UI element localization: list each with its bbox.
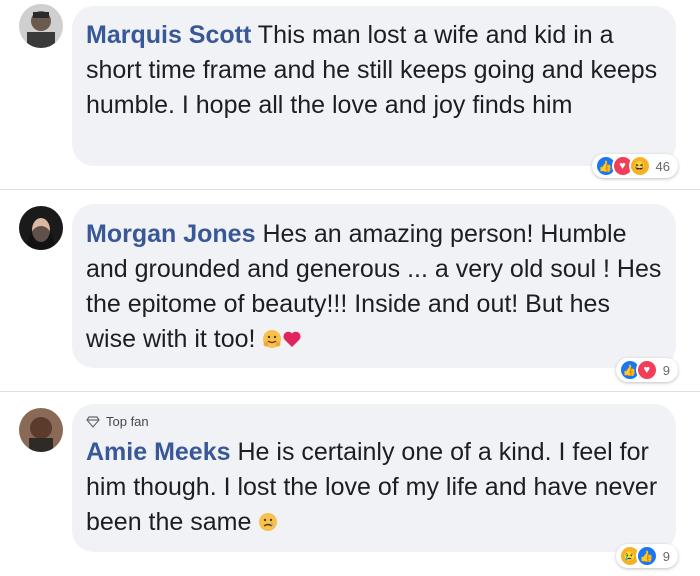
sad-face-icon — [259, 513, 278, 531]
comment-bubble: Top fan Amie Meeks He is certainly one o… — [72, 404, 676, 552]
comment-bubble: Morgan Jones Hes an amazing person! Humb… — [72, 204, 676, 368]
hug-face-icon — [263, 330, 282, 348]
comment: Marquis Scott This man lost a wife and k… — [0, 0, 700, 188]
avatar[interactable] — [19, 206, 63, 250]
comment: Top fan Amie Meeks He is certainly one o… — [0, 392, 700, 576]
reaction-summary[interactable]: 👍 ♥ 😆 46 — [591, 154, 678, 178]
comment-bubble: Marquis Scott This man lost a wife and k… — [72, 6, 676, 166]
red-heart-icon — [283, 331, 302, 347]
love-icon: ♥ — [635, 359, 658, 381]
avatar[interactable] — [19, 4, 63, 48]
reaction-summary[interactable]: 👍 ♥ 9 — [615, 358, 678, 382]
reaction-count: 46 — [655, 158, 670, 174]
comment-author[interactable]: Amie Meeks — [86, 438, 231, 466]
reaction-summary[interactable]: 😢 👍 9 — [615, 544, 678, 568]
reaction-count: 9 — [662, 362, 670, 378]
comment-author[interactable]: Morgan Jones — [86, 220, 255, 248]
comment: Morgan Jones Hes an amazing person! Humb… — [0, 190, 700, 390]
comment-text: Marquis Scott This man lost a wife and k… — [86, 18, 662, 123]
comment-author[interactable]: Marquis Scott — [86, 21, 251, 49]
comment-text: Morgan Jones Hes an amazing person! Humb… — [86, 217, 662, 357]
haha-icon: 😆 — [628, 155, 651, 177]
top-fan-label: Top fan — [106, 414, 149, 429]
like-icon: 👍 — [635, 545, 658, 567]
diamond-icon — [86, 416, 100, 428]
top-fan-badge: Top fan — [86, 411, 662, 433]
comment-text: Amie Meeks He is certainly one of a kind… — [86, 435, 662, 540]
avatar[interactable] — [19, 408, 63, 452]
reaction-count: 9 — [662, 548, 670, 564]
